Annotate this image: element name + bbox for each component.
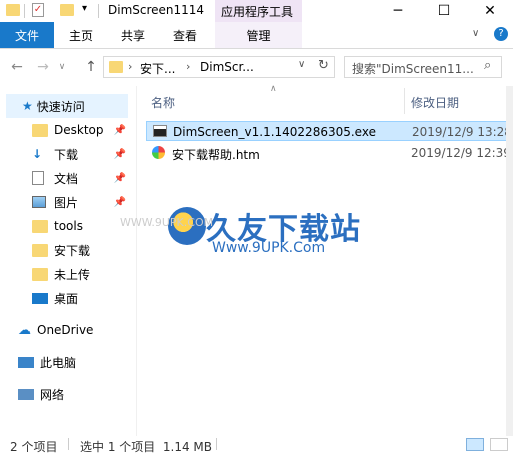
breadcrumb-chevron-icon[interactable]: › [186, 60, 190, 73]
new-folder-icon[interactable] [60, 4, 74, 16]
breadcrumb-chevron-icon[interactable]: › [128, 60, 132, 73]
column-header-modified[interactable]: 修改日期 [411, 94, 459, 111]
nav-item-pictures[interactable]: 图片 📌 [0, 190, 134, 214]
tab-share[interactable]: 共享 [108, 22, 158, 48]
nav-label: Desktop [54, 123, 104, 137]
breadcrumb-item-1[interactable]: 安下... [140, 60, 175, 77]
nav-label: 下载 [54, 147, 79, 162]
vertical-scrollbar[interactable] [506, 86, 513, 436]
qat-dropdown-icon[interactable]: ▾ [82, 3, 87, 14]
file-row[interactable]: DimScreen_v1.1.1402286305.exe 2019/12/9 … [146, 121, 513, 141]
folder-icon [32, 123, 48, 137]
file-name: 安下载帮助.htm [172, 148, 260, 162]
window-title: DimScreen1114 [108, 3, 205, 17]
status-item-count: 2 个项目 [10, 440, 58, 454]
status-selection: 选中 1 个项目 1.14 MB [80, 440, 213, 454]
nav-item-anxiazai[interactable]: 安下载 [0, 238, 134, 262]
nav-label: 快速访问 [36, 99, 85, 114]
folder-icon [32, 267, 48, 281]
nav-item-not-uploaded[interactable]: 未上传 [0, 262, 134, 286]
status-separator [216, 438, 217, 450]
up-arrow-icon[interactable]: ↑ [80, 56, 102, 78]
context-tab-group-label: 应用程序工具 [221, 5, 294, 19]
nav-item-desktop[interactable]: Desktop 📌 [0, 118, 134, 142]
cloud-icon: ☁ [18, 322, 31, 338]
pin-icon: 📌 [113, 148, 126, 160]
document-icon [32, 171, 44, 185]
nav-network[interactable]: 网络 [0, 382, 134, 406]
expand-ribbon-icon[interactable]: ∨ [472, 28, 479, 39]
breadcrumb-item-2[interactable]: DimScr... [200, 60, 254, 74]
file-row[interactable]: 安下载帮助.htm 2019/12/9 12:39 [146, 143, 513, 163]
qat-separator-2 [98, 4, 99, 18]
search-placeholder: 搜索"DimScreen11... [352, 62, 474, 76]
status-separator [68, 438, 69, 450]
download-arrow-icon: ↓ [32, 147, 43, 161]
nav-item-tools[interactable]: tools [0, 214, 134, 238]
file-date: 2019/12/9 13:28 [412, 125, 512, 139]
close-button[interactable]: ✕ [467, 0, 513, 22]
recent-locations-icon[interactable]: ∨ [56, 56, 68, 78]
nav-label: 图片 [54, 195, 79, 210]
nav-label: 桌面 [54, 291, 79, 306]
minimize-button[interactable]: ─ [375, 0, 421, 22]
back-arrow-icon[interactable]: ← [6, 56, 28, 78]
refresh-icon[interactable]: ↻ [318, 58, 329, 73]
nav-onedrive[interactable]: ☁ OneDrive [0, 318, 134, 342]
htm-file-icon [152, 146, 165, 159]
folder-icon [32, 243, 48, 257]
nav-label: 未上传 [54, 267, 91, 282]
nav-label: OneDrive [37, 323, 94, 337]
nav-item-documents[interactable]: 文档 📌 [0, 166, 134, 190]
exe-file-icon [153, 125, 167, 137]
pin-icon: 📌 [113, 124, 126, 136]
computer-icon [18, 356, 34, 368]
file-name: DimScreen_v1.1.1402286305.exe [173, 125, 376, 139]
watermark-url: Www.9UPK.Com [212, 240, 326, 256]
folder-icon [32, 219, 48, 233]
nav-item-desktop-cn[interactable]: 桌面 [0, 286, 134, 310]
desktop-icon [32, 292, 48, 304]
tab-view[interactable]: 查看 [160, 22, 210, 48]
sort-indicator-icon: ∧ [270, 84, 277, 94]
network-icon [18, 388, 34, 400]
watermark-faint: WWW.9UPK.COM [120, 216, 214, 229]
star-icon: ★ [22, 99, 33, 113]
tab-file[interactable]: 文件 [0, 22, 54, 48]
forward-arrow-icon[interactable]: → [32, 56, 54, 78]
nav-label: 此电脑 [40, 355, 77, 370]
help-icon[interactable]: ? [494, 27, 508, 41]
details-view-icon[interactable] [466, 438, 484, 451]
address-dropdown-icon[interactable]: ∨ [298, 59, 305, 70]
tab-manage[interactable]: 管理 [215, 22, 302, 48]
large-icons-view-icon[interactable] [490, 438, 508, 451]
column-header-name[interactable]: 名称 [151, 94, 175, 111]
tab-home[interactable]: 主页 [56, 22, 106, 48]
column-separator[interactable] [404, 88, 405, 114]
maximize-button[interactable]: ☐ [421, 0, 467, 22]
nav-quick-access[interactable]: ★ 快速访问 [6, 94, 128, 118]
file-date: 2019/12/9 12:39 [411, 146, 511, 160]
nav-label: 网络 [40, 387, 65, 402]
pin-icon: 📌 [113, 172, 126, 184]
nav-label: 文档 [54, 171, 79, 186]
status-bar [0, 436, 513, 452]
search-icon[interactable]: ⌕ [484, 58, 491, 73]
nav-pane-splitter[interactable] [136, 86, 137, 436]
nav-this-pc[interactable]: 此电脑 [0, 350, 134, 374]
qat-separator [24, 4, 25, 18]
pictures-icon [32, 196, 46, 208]
nav-label: tools [54, 219, 83, 233]
nav-item-downloads[interactable]: ↓ 下载 📌 [0, 142, 134, 166]
nav-label: 安下载 [54, 243, 91, 258]
pin-icon: 📌 [113, 196, 126, 208]
address-folder-icon [109, 61, 123, 73]
properties-icon[interactable]: ✓ [32, 3, 44, 17]
folder-icon [6, 4, 20, 16]
